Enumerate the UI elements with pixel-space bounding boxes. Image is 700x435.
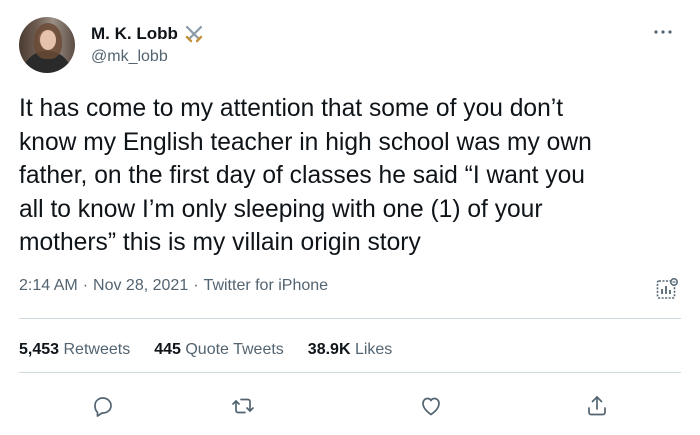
- tweet-source[interactable]: Twitter for iPhone: [204, 277, 329, 295]
- quote-tweets-stat[interactable]: 445 Quote Tweets: [154, 341, 284, 359]
- likes-count: 38.9K: [307, 341, 351, 358]
- more-horizontal-icon[interactable]: [651, 23, 675, 41]
- avatar-face: [40, 30, 56, 50]
- author-name-row[interactable]: M. K. Lobb: [91, 24, 204, 44]
- analytics-icon[interactable]: [655, 277, 679, 301]
- likes-stat[interactable]: 38.9K Likes: [308, 341, 393, 359]
- tweet-text-line: all to know I’m only sleeping with one (…: [19, 195, 543, 223]
- share-icon: [588, 396, 606, 416]
- divider: [19, 372, 681, 373]
- tweet-stats: 5,453 Retweets 445 Quote Tweets 38.9K Li…: [19, 341, 416, 359]
- tweet-time[interactable]: 2:14 AM: [19, 277, 78, 295]
- reply-icon: [94, 397, 112, 417]
- tweet-text-line: mothers” this is my villain origin story: [19, 229, 421, 256]
- tweet-meta: 2:14 AM · Nov 28, 2021 · Twitter for iPh…: [19, 277, 328, 295]
- tweet-card: M. K. Lobb @mk_lobb It has come to my at…: [0, 0, 700, 435]
- quote-tweets-count: 445: [154, 341, 181, 358]
- meta-separator: ·: [193, 277, 199, 294]
- likes-label: Likes: [354, 341, 393, 358]
- avatar[interactable]: [19, 17, 75, 73]
- share-button[interactable]: [583, 392, 611, 420]
- meta-separator: ·: [82, 277, 89, 294]
- retweets-stat[interactable]: 5,453 Retweets: [19, 341, 130, 359]
- retweets-label: Retweets: [63, 341, 131, 358]
- like-button[interactable]: [417, 392, 445, 420]
- tweet-text: It has come to my attention that some of…: [19, 92, 679, 260]
- tweet-date[interactable]: Nov 28, 2021: [93, 277, 188, 295]
- divider: [19, 318, 681, 319]
- tweet-actions: [0, 392, 700, 426]
- reply-button[interactable]: [89, 392, 117, 420]
- tweet-text-line: It has come to my attention that some of…: [19, 95, 564, 122]
- author-name[interactable]: M. K. Lobb: [91, 24, 178, 44]
- retweets-count: 5,453: [19, 341, 60, 358]
- quote-tweets-label: Quote Tweets: [185, 341, 284, 358]
- retweet-button[interactable]: [229, 392, 257, 420]
- crossed-swords-icon: [185, 25, 203, 43]
- author-handle[interactable]: @mk_lobb: [91, 48, 168, 66]
- retweet-icon: [232, 398, 254, 414]
- tweet-text-line: father, on the first day of classes he s…: [19, 162, 585, 189]
- heart-icon: [422, 397, 440, 416]
- tweet-text-line: know my English teacher in high school w…: [19, 128, 592, 156]
